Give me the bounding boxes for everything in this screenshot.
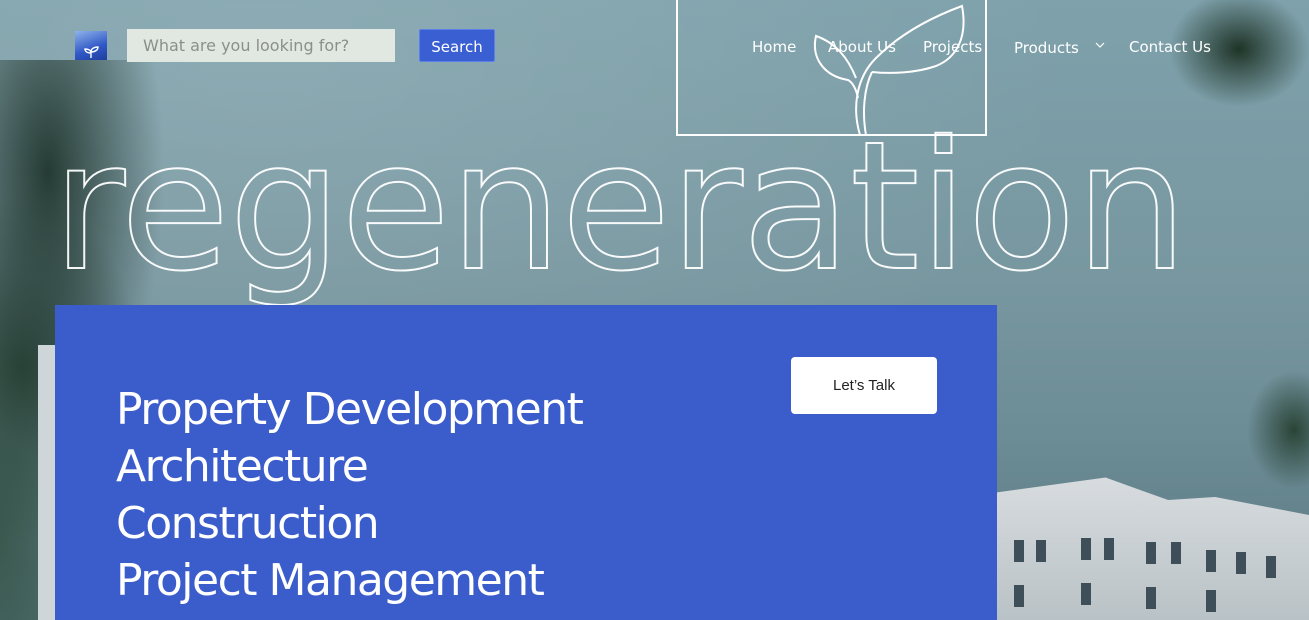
service-item: Architecture bbox=[116, 441, 369, 492]
search-button[interactable]: Search bbox=[419, 29, 495, 62]
nav-contact-us[interactable]: Contact Us bbox=[1129, 38, 1211, 56]
search-input[interactable] bbox=[127, 29, 395, 62]
services-panel: Property Development Architecture Constr… bbox=[55, 305, 997, 620]
service-item: Project Management bbox=[116, 555, 545, 606]
site-header: Search Home About Us Projects Products C… bbox=[0, 0, 1309, 136]
logo-sprout-icon[interactable] bbox=[75, 31, 107, 60]
service-item: Construction bbox=[116, 498, 380, 549]
nav-projects[interactable]: Projects bbox=[923, 38, 982, 56]
nav-home[interactable]: Home bbox=[752, 38, 796, 56]
building-edge bbox=[38, 345, 56, 620]
services-list: Property Development Architecture Constr… bbox=[116, 381, 584, 609]
service-item: Property Development bbox=[116, 384, 584, 435]
lets-talk-button[interactable]: Let’s Talk bbox=[791, 357, 937, 414]
hero-headline: regeneration bbox=[51, 103, 1189, 310]
tree-foliage-lower bbox=[1239, 360, 1309, 500]
nav-products[interactable]: Products bbox=[1014, 39, 1079, 57]
nav-about-us[interactable]: About Us bbox=[828, 38, 896, 56]
chevron-down-icon[interactable] bbox=[1095, 42, 1105, 48]
